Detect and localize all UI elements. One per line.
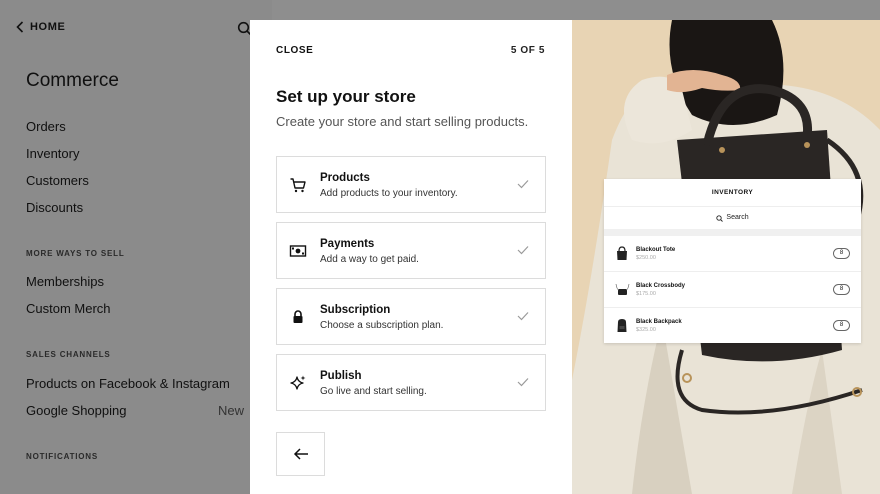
inventory-header: INVENTORY — [604, 179, 861, 207]
setup-store-modal: CLOSE 5 OF 5 Set up your store Create yo… — [250, 20, 572, 494]
card-title: Subscription — [320, 304, 391, 316]
lock-icon — [293, 310, 303, 323]
card-title: Publish — [320, 370, 362, 382]
sidebar-main-list: Orders Inventory Customers Discounts — [26, 119, 89, 227]
card-description: Add a way to get paid. — [320, 254, 419, 265]
modal-title: Set up your store — [276, 87, 416, 106]
setup-card-payments[interactable]: Payments Add a way to get paid. — [276, 222, 546, 279]
setup-card-products[interactable]: Products Add products to your inventory. — [276, 156, 546, 213]
dimmed-top-strip — [272, 0, 880, 20]
sidebar-more-list: Memberships Custom Merch — [26, 274, 111, 328]
section-label-notifications: NOTIFICATIONS — [26, 452, 99, 461]
inventory-divider — [604, 229, 861, 236]
card-description: Choose a subscription plan. — [320, 320, 444, 331]
card-title: Products — [320, 172, 370, 184]
inventory-preview-card: INVENTORY Search Blackout Tote $250.00 8… — [604, 179, 861, 343]
card-description: Add products to your inventory. — [320, 188, 458, 199]
arrow-left-icon — [293, 448, 308, 460]
inventory-row[interactable]: Black Backpack $325.00 8 — [604, 308, 861, 344]
new-badge: New — [218, 403, 245, 418]
item-name: Black Crossbody — [636, 283, 686, 289]
section-label-more-ways: MORE WAYS TO SELL — [26, 249, 125, 258]
inventory-row[interactable]: Blackout Tote $250.00 8 — [604, 236, 861, 272]
home-label: HOME — [30, 21, 66, 33]
sidebar-item-orders[interactable]: Orders — [26, 119, 89, 146]
cash-icon — [289, 245, 307, 257]
section-label-sales-channels: SALES CHANNELS — [26, 350, 111, 359]
tote-bag-icon — [617, 246, 627, 260]
search-icon — [716, 214, 724, 222]
item-price: $175.00 — [636, 291, 656, 297]
setup-card-subscription[interactable]: Subscription Choose a subscription plan. — [276, 288, 546, 345]
item-name: Blackout Tote — [636, 247, 676, 253]
card-title: Payments — [320, 238, 375, 250]
chevron-left-icon — [16, 21, 24, 33]
close-button[interactable]: CLOSE — [276, 45, 313, 56]
inventory-search-label: Search — [726, 214, 749, 221]
sidebar-item-facebook-instagram[interactable]: Products on Facebook & Instagram — [26, 376, 230, 403]
sidebar-title: Commerce — [26, 70, 119, 91]
card-description: Go live and start selling. — [320, 386, 427, 397]
sidebar-item-inventory[interactable]: Inventory — [26, 146, 89, 173]
cart-icon — [290, 178, 306, 193]
item-price: $325.00 — [636, 327, 656, 333]
check-icon — [517, 246, 529, 255]
sidebar-item-memberships[interactable]: Memberships — [26, 274, 111, 301]
sidebar-item-google-shopping[interactable]: Google Shopping — [26, 403, 230, 430]
item-quantity: 8 — [833, 248, 850, 259]
inventory-search[interactable]: Search — [604, 207, 861, 229]
sidebar-item-discounts[interactable]: Discounts — [26, 200, 89, 227]
sparkle-icon — [290, 375, 306, 390]
backpack-icon — [617, 319, 627, 332]
setup-card-publish[interactable]: Publish Go live and start selling. — [276, 354, 546, 411]
sidebar-channels-list: Products on Facebook & Instagram Google … — [26, 376, 230, 430]
home-link[interactable]: HOME — [16, 21, 65, 33]
check-icon — [517, 378, 529, 387]
crossbody-bag-icon — [615, 283, 630, 295]
step-indicator: 5 OF 5 — [510, 45, 545, 56]
item-quantity: 8 — [833, 284, 850, 295]
item-name: Black Backpack — [636, 319, 682, 325]
back-button[interactable] — [276, 432, 325, 476]
check-icon — [517, 312, 529, 321]
item-quantity: 8 — [833, 320, 850, 331]
item-price: $250.00 — [636, 255, 656, 261]
modal-subtitle: Create your store and start selling prod… — [276, 114, 529, 129]
sidebar-item-customers[interactable]: Customers — [26, 173, 89, 200]
commerce-sidebar: HOME Commerce Orders Inventory Customers… — [0, 0, 272, 494]
sidebar-item-custom-merch[interactable]: Custom Merch — [26, 301, 111, 328]
check-icon — [517, 180, 529, 189]
inventory-row[interactable]: Black Crossbody $175.00 8 — [604, 272, 861, 308]
